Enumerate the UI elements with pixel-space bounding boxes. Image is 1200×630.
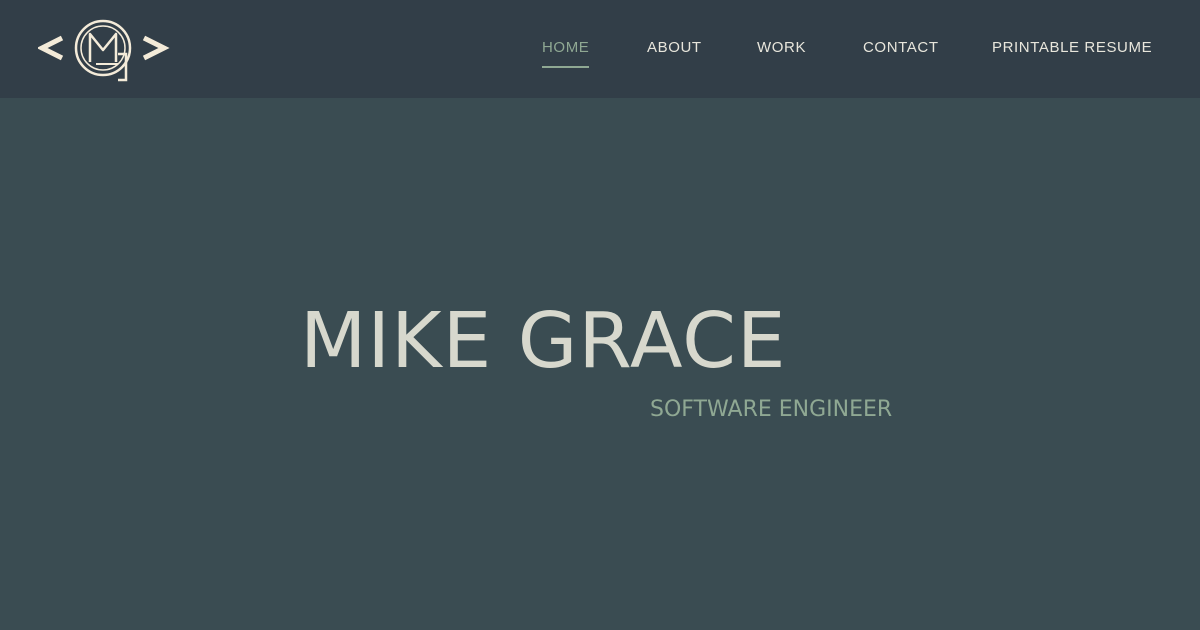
hero-name: MIKE GRACE bbox=[300, 297, 787, 386]
nav-home-label: HOME bbox=[542, 39, 590, 56]
hero-role: SOFTWARE ENGINEER bbox=[650, 397, 893, 422]
nav-contact-label: CONTACT bbox=[863, 39, 939, 56]
mg-monogram-logo-icon bbox=[38, 19, 170, 82]
home-logo-link[interactable] bbox=[38, 14, 170, 84]
site-header: HOME ABOUT WORK CONTACT PRINTABLE RESUME bbox=[0, 0, 1200, 98]
active-nav-underline bbox=[542, 66, 590, 68]
nav-work-link[interactable]: WORK bbox=[757, 38, 806, 58]
nav-printable-resume-link[interactable]: PRINTABLE RESUME bbox=[992, 38, 1152, 58]
nav-contact-link[interactable]: CONTACT bbox=[863, 38, 939, 58]
nav-about-link[interactable]: ABOUT bbox=[647, 38, 702, 58]
nav-home-link[interactable]: HOME bbox=[542, 38, 590, 68]
nav-work-label: WORK bbox=[757, 39, 807, 56]
nav-printable-resume-label: PRINTABLE RESUME bbox=[992, 39, 1153, 56]
nav-about-label: ABOUT bbox=[647, 39, 702, 56]
